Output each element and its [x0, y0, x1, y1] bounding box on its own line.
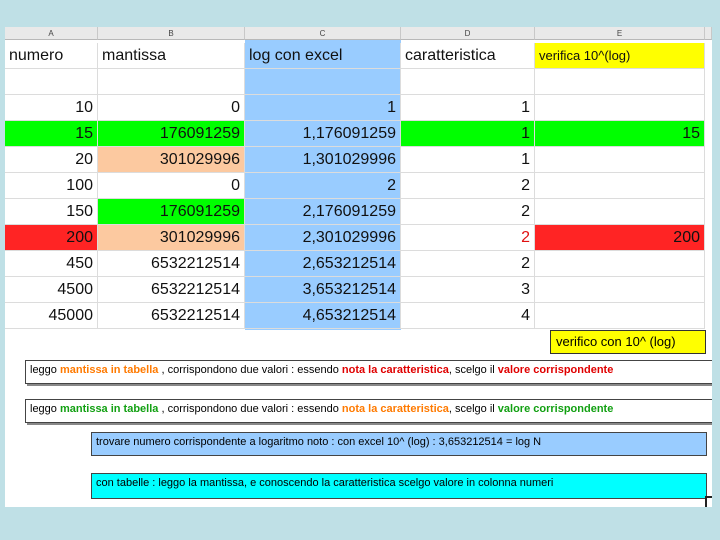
- note1-part-c: , corrispondono due valori : essendo: [158, 364, 342, 376]
- cell-numero[interactable]: 4500: [5, 277, 98, 303]
- cell-log[interactable]: 1: [245, 95, 401, 121]
- header-caratteristica[interactable]: caratteristica: [401, 43, 535, 69]
- cell-numero[interactable]: 20: [5, 147, 98, 173]
- note1-valore: valore corrispondente: [497, 364, 614, 376]
- cell-verifica[interactable]: [535, 95, 705, 121]
- header-mantissa[interactable]: mantissa: [98, 43, 245, 69]
- cell-log[interactable]: 1,176091259: [245, 121, 401, 147]
- empty-cell[interactable]: [401, 69, 535, 95]
- cell-mantissa[interactable]: 301029996: [98, 225, 245, 251]
- header-numero[interactable]: numero: [5, 43, 98, 69]
- note2-caratteristica: nota la caratteristica: [341, 403, 449, 415]
- cell-log[interactable]: 2,176091259: [245, 199, 401, 225]
- note-box-2[interactable]: leggo mantissa in tabella , corrispondon…: [25, 399, 712, 423]
- cell-mantissa[interactable]: 176091259: [98, 121, 245, 147]
- cell-log[interactable]: 4,653212514: [245, 303, 401, 329]
- note2-part-c: , corrispondono due valori : essendo: [158, 403, 342, 415]
- cell-caratteristica[interactable]: 2: [401, 251, 535, 277]
- cell-log[interactable]: 2,653212514: [245, 251, 401, 277]
- cell-log[interactable]: 2: [245, 173, 401, 199]
- cell-verifica[interactable]: [535, 199, 705, 225]
- cell-numero[interactable]: 100: [5, 173, 98, 199]
- note2-mantissa: mantissa in tabella: [59, 403, 159, 415]
- empty-cell[interactable]: [245, 69, 401, 95]
- cell-log[interactable]: 1,301029996: [245, 147, 401, 173]
- cell-numero[interactable]: 150: [5, 199, 98, 225]
- cell-verifica[interactable]: [535, 303, 705, 329]
- header-verifica[interactable]: verifica 10^(log): [535, 43, 705, 69]
- cell-mantissa[interactable]: 6532212514: [98, 277, 245, 303]
- cell-mantissa[interactable]: 6532212514: [98, 251, 245, 277]
- cell-caratteristica[interactable]: 4: [401, 303, 535, 329]
- cell-caratteristica[interactable]: 1: [401, 95, 535, 121]
- column-header-c[interactable]: C: [245, 27, 401, 40]
- note1-caratteristica: nota la caratteristica: [341, 364, 449, 376]
- column-header-d[interactable]: D: [401, 27, 535, 40]
- column-header-e[interactable]: E: [535, 27, 705, 40]
- header-log[interactable]: log con excel: [245, 43, 401, 69]
- verifico-box[interactable]: verifico con 10^ (log): [550, 330, 706, 354]
- cell-caratteristica[interactable]: 2: [401, 199, 535, 225]
- note-box-4[interactable]: con tabelle : leggo la mantissa, e conos…: [91, 473, 707, 499]
- cell-mantissa[interactable]: 6532212514: [98, 303, 245, 329]
- note2-part-e: , scelgo il: [448, 403, 498, 415]
- empty-cell[interactable]: [535, 69, 705, 95]
- spreadsheet: A B C D E numero mantissa log con excel …: [5, 27, 712, 507]
- empty-cell[interactable]: [98, 69, 245, 95]
- cell-caratteristica[interactable]: 1: [401, 147, 535, 173]
- cell-numero[interactable]: 10: [5, 95, 98, 121]
- cell-mantissa[interactable]: 301029996: [98, 147, 245, 173]
- note2-valore: valore corrispondente: [497, 403, 614, 415]
- corner-mark: [705, 496, 712, 507]
- cell-log[interactable]: 3,653212514: [245, 277, 401, 303]
- cell-verifica[interactable]: [535, 277, 705, 303]
- cell-log[interactable]: 2,301029996: [245, 225, 401, 251]
- cell-verifica[interactable]: [535, 251, 705, 277]
- note2-part-a: leggo: [30, 403, 60, 415]
- note-box-3[interactable]: trovare numero corrispondente a logaritm…: [91, 432, 707, 456]
- column-header-f[interactable]: [705, 27, 712, 40]
- empty-cell[interactable]: [5, 69, 98, 95]
- note1-mantissa: mantissa in tabella: [59, 364, 159, 376]
- note1-part-a: leggo: [30, 364, 60, 376]
- cell-mantissa[interactable]: 176091259: [98, 199, 245, 225]
- cell-verifica[interactable]: 15: [535, 121, 705, 147]
- cell-mantissa[interactable]: 0: [98, 95, 245, 121]
- cell-numero[interactable]: 200: [5, 225, 98, 251]
- column-header-b[interactable]: B: [98, 27, 245, 40]
- note-box-1[interactable]: leggo mantissa in tabella , corrispondon…: [25, 360, 712, 384]
- cell-numero[interactable]: 450: [5, 251, 98, 277]
- column-header-a[interactable]: A: [5, 27, 98, 40]
- cell-caratteristica[interactable]: 2: [401, 173, 535, 199]
- cell-verifica[interactable]: 200: [535, 225, 705, 251]
- cell-mantissa[interactable]: 0: [98, 173, 245, 199]
- cell-verifica[interactable]: [535, 147, 705, 173]
- cell-numero[interactable]: 45000: [5, 303, 98, 329]
- cell-verifica[interactable]: [535, 173, 705, 199]
- cell-caratteristica[interactable]: 2: [401, 225, 535, 251]
- cell-numero[interactable]: 15: [5, 121, 98, 147]
- cell-caratteristica[interactable]: 3: [401, 277, 535, 303]
- cell-caratteristica[interactable]: 1: [401, 121, 535, 147]
- note1-part-e: , scelgo il: [448, 364, 498, 376]
